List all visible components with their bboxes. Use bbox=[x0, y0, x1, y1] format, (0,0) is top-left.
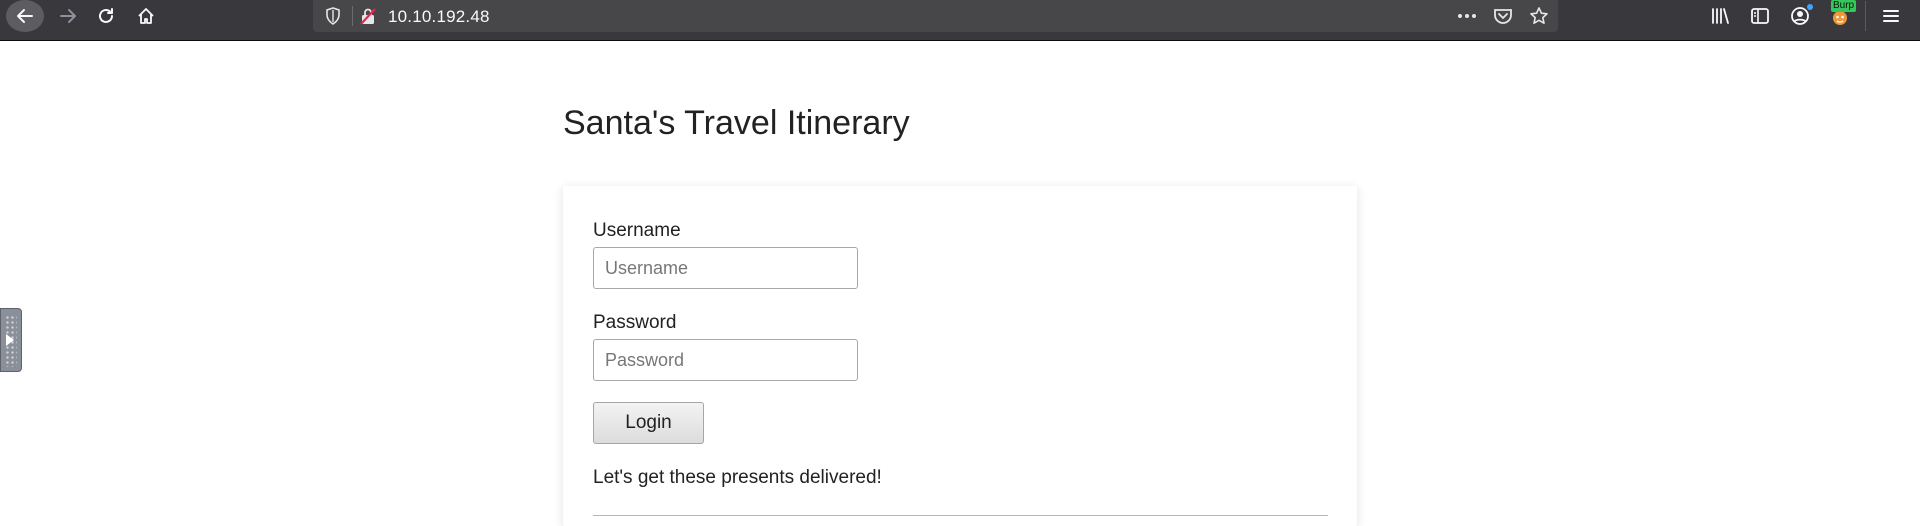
reload-icon bbox=[96, 6, 116, 26]
url-text[interactable]: 10.10.192.48 bbox=[388, 7, 490, 27]
side-panel-handle[interactable] bbox=[0, 308, 22, 372]
username-label: Username bbox=[593, 220, 681, 241]
password-label: Password bbox=[593, 312, 677, 333]
url-actions bbox=[1454, 4, 1552, 28]
page-title: Santa's Travel Itinerary bbox=[563, 104, 910, 142]
insecure-lock-icon[interactable] bbox=[357, 6, 379, 26]
library-icon[interactable] bbox=[1705, 1, 1735, 31]
more-dots-icon[interactable] bbox=[1454, 4, 1480, 28]
login-button[interactable]: Login bbox=[593, 402, 704, 444]
play-arrow-icon bbox=[6, 334, 14, 346]
divider bbox=[593, 515, 1328, 516]
username-input[interactable] bbox=[593, 247, 858, 289]
burp-extension-icon[interactable]: Burp bbox=[1825, 0, 1857, 31]
url-separator bbox=[352, 6, 353, 26]
hamburger-menu-icon[interactable] bbox=[1876, 1, 1906, 31]
sidebar-icon[interactable] bbox=[1745, 1, 1775, 31]
toolbar-separator bbox=[1865, 1, 1866, 31]
forward-button[interactable] bbox=[50, 0, 86, 32]
account-icon[interactable] bbox=[1785, 1, 1815, 31]
shield-icon[interactable] bbox=[323, 6, 343, 26]
star-icon[interactable] bbox=[1526, 4, 1552, 28]
login-card: Username Password Login Let's get these … bbox=[563, 186, 1357, 526]
burp-badge: Burp bbox=[1831, 0, 1857, 12]
back-arrow-icon bbox=[15, 6, 35, 26]
toolbar-right-icons: Burp bbox=[1705, 0, 1906, 32]
pocket-icon[interactable] bbox=[1490, 4, 1516, 28]
url-bar[interactable]: 10.10.192.48 bbox=[313, 0, 1558, 32]
home-button[interactable] bbox=[128, 0, 164, 32]
home-icon bbox=[136, 6, 156, 26]
forward-arrow-icon bbox=[58, 6, 78, 26]
back-button[interactable] bbox=[6, 0, 44, 32]
browser-toolbar: 10.10.192.48 Burp bbox=[0, 0, 1920, 41]
tagline: Let's get these presents delivered! bbox=[593, 467, 882, 488]
reload-button[interactable] bbox=[88, 0, 124, 32]
password-input[interactable] bbox=[593, 339, 858, 381]
notification-dot bbox=[1807, 4, 1813, 10]
